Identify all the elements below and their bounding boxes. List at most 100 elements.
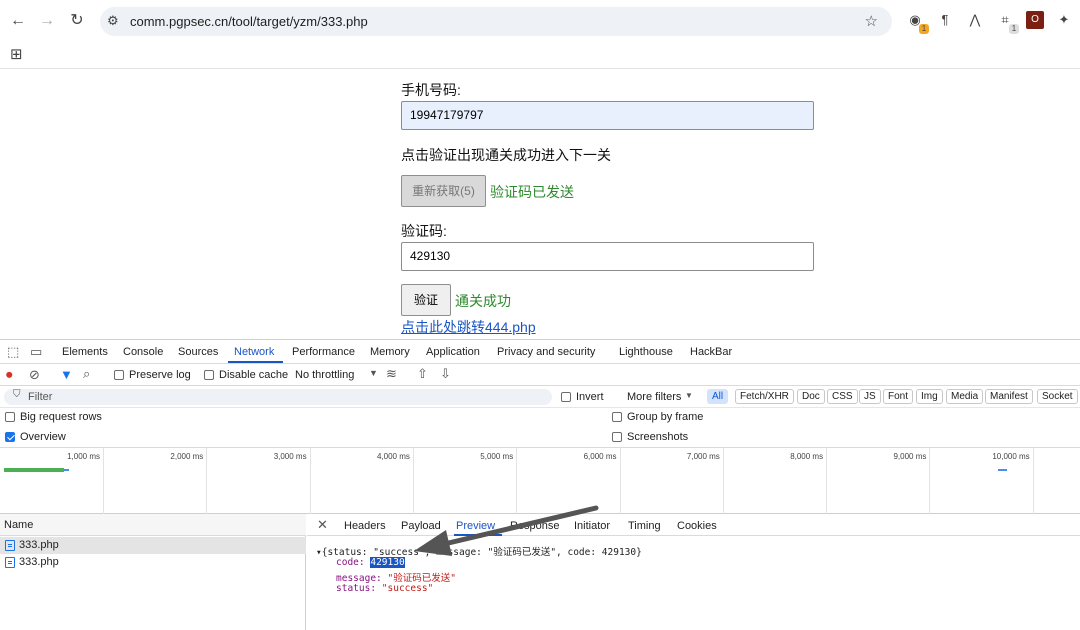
reload-icon[interactable]: ↻ — [68, 12, 86, 30]
request-bar — [64, 469, 69, 471]
request-row[interactable]: 333.php — [0, 537, 306, 554]
filter-input[interactable]: ⛉ Filter — [4, 389, 552, 405]
overview-checkbox[interactable] — [5, 432, 15, 442]
ext-circle-icon[interactable]: ◉ 1 — [906, 11, 929, 34]
success-status-text: 通关成功 — [455, 293, 511, 309]
next-level-link[interactable]: 点击此处跳转444.php — [401, 317, 536, 337]
detail-tab-preview[interactable]: Preview — [456, 520, 495, 532]
timeline-gridline — [309, 448, 311, 514]
request-detail: ✕ Headers Payload Preview Response Initiator… — [307, 514, 1080, 630]
preview-summary-row[interactable]: ▾{status: "success", message: "验证码已发送", … — [316, 544, 642, 558]
request-row[interactable]: 333.php — [0, 554, 306, 571]
ext-red-icon[interactable]: O — [1026, 11, 1044, 29]
devtools-tab-bar: ⬚ ▭ Elements Console Sources Network Perform… — [0, 340, 1080, 364]
address-bar[interactable]: ⚙ comm.pgpsec.cn/tool/target/yzm/333.php… — [100, 7, 892, 36]
verify-button[interactable]: 验证 — [401, 284, 451, 316]
filter-pill-js[interactable]: JS — [859, 389, 881, 404]
export-har-icon[interactable]: ⇩ — [440, 366, 451, 382]
detail-tab-cookies[interactable]: Cookies — [677, 520, 717, 532]
filter-pill-doc[interactable]: Doc — [797, 389, 825, 404]
tab-sources[interactable]: Sources — [178, 346, 218, 358]
filter-pill-fetchxhr[interactable]: Fetch/XHR — [735, 389, 794, 404]
screenshots-checkbox[interactable] — [612, 432, 622, 442]
puzzle-icon[interactable]: ✦ — [1055, 11, 1073, 29]
disable-cache-checkbox[interactable] — [204, 370, 214, 380]
throttling-select[interactable]: No throttling — [295, 369, 354, 381]
timeline-gridline — [412, 448, 414, 514]
import-har-icon[interactable]: ⇧ — [417, 366, 428, 382]
timeline-gridline — [826, 448, 828, 514]
big-request-rows-label: Big request rows — [20, 411, 102, 423]
record-stop-icon[interactable]: ⏺ — [6, 367, 13, 383]
tab-privacy-and-security[interactable]: Privacy and security — [497, 346, 595, 358]
big-request-rows-checkbox[interactable] — [5, 412, 15, 422]
device-toolbar-icon[interactable]: ▭ — [30, 344, 42, 360]
filter-pill-img[interactable]: Img — [916, 389, 943, 404]
timeline-tick-label: 2,000 ms — [170, 452, 204, 461]
tab-network[interactable]: Network — [234, 346, 274, 358]
clear-icon[interactable]: ⊘ — [29, 367, 40, 383]
detail-tab-initiator[interactable]: Initiator — [574, 520, 610, 532]
network-conditions-icon[interactable]: ≋ — [386, 366, 397, 382]
chevron-down-icon[interactable]: ▼ — [369, 368, 378, 378]
bookmarks-bar: ⊞ — [0, 42, 1080, 69]
tab-elements[interactable]: Elements — [62, 346, 108, 358]
tab-application[interactable]: Application — [426, 346, 480, 358]
resend-code-button[interactable]: 重新获取(5) — [401, 175, 486, 207]
preserve-log-checkbox[interactable] — [114, 370, 124, 380]
back-arrow-icon[interactable]: ← — [9, 12, 27, 30]
pilcrow-icon[interactable]: ¶ — [936, 11, 954, 29]
preview-status-row: status: "success" — [336, 583, 433, 594]
timeline-tick-label: 4,000 ms — [376, 452, 410, 461]
status-key: status: — [336, 583, 377, 594]
detail-tab-payload[interactable]: Payload — [401, 520, 441, 532]
filter-pill-manifest[interactable]: Manifest — [985, 389, 1033, 404]
more-filters-chevron-icon[interactable]: ▼ — [685, 391, 693, 400]
screenshots-label: Screenshots — [627, 431, 689, 443]
invert-checkbox[interactable] — [561, 392, 571, 402]
detail-tab-timing[interactable]: Timing — [628, 520, 661, 532]
name-column-header[interactable]: Name — [4, 519, 33, 531]
preview-message-row: message: "验证码已发送" — [336, 570, 456, 584]
active-tab-indicator — [228, 361, 283, 363]
inspect-element-icon[interactable]: ⬚ — [7, 344, 19, 360]
timeline-tick-label: 3,000 ms — [273, 452, 307, 461]
filter-pill-socket[interactable]: Socket — [1037, 389, 1078, 404]
timeline-tick-label: 6,000 ms — [583, 452, 617, 461]
apps-grid-icon[interactable]: ⊞ — [10, 45, 23, 63]
status-value: "success" — [381, 583, 434, 594]
site-settings-icon[interactable]: ⚙ — [107, 13, 119, 29]
tab-hackbar[interactable]: HackBar — [690, 346, 732, 358]
tab-console[interactable]: Console — [123, 346, 163, 358]
url-text[interactable]: comm.pgpsec.cn/tool/target/yzm/333.php — [130, 14, 368, 29]
filter-pill-all[interactable]: All — [707, 389, 729, 404]
filter-pill-font[interactable]: Font — [883, 389, 914, 404]
more-filters-dropdown[interactable]: More filters — [627, 391, 681, 403]
network-overview-timeline[interactable]: 1,000 ms 2,000 ms 3,000 ms 4,000 ms 5,000 ms… — [0, 448, 1080, 514]
network-toolbar: ⏺ ⊘ ▼ ⌕ Preserve log Disable cache No th… — [0, 364, 1080, 386]
forward-arrow-icon[interactable]: → — [38, 12, 56, 30]
close-icon[interactable]: ✕ — [317, 517, 328, 533]
filter-funnel-icon[interactable]: ▼ — [60, 367, 73, 382]
tab-memory[interactable]: Memory — [370, 346, 410, 358]
search-icon[interactable]: ⌕ — [83, 366, 90, 382]
bookmark-star-icon[interactable]: ☆ — [865, 12, 878, 30]
tab-lighthouse[interactable]: Lighthouse — [619, 346, 673, 358]
code-input[interactable]: 429130 — [401, 242, 814, 271]
phone-input[interactable]: 19947179797 — [401, 101, 814, 130]
tab-performance[interactable]: Performance — [292, 346, 355, 358]
document-icon — [5, 557, 15, 568]
extension-badge: 1 — [919, 24, 929, 34]
sent-status-text: 验证码已发送 — [490, 184, 574, 200]
timeline-gridline — [722, 448, 724, 514]
filter-pill-css[interactable]: CSS — [827, 389, 858, 404]
detail-tab-headers[interactable]: Headers — [344, 520, 386, 532]
filter-pill-media[interactable]: Media — [946, 389, 984, 404]
mountain-icon[interactable]: ⋀ — [966, 11, 984, 29]
group-by-frame-checkbox[interactable] — [612, 412, 622, 422]
timeline-tick-label: 1,000 ms — [67, 452, 100, 461]
detail-tab-response[interactable]: Response — [510, 520, 560, 532]
code-value[interactable]: 429130 — [370, 557, 405, 568]
capture-icon[interactable]: ⌗ 1 — [996, 11, 1019, 34]
disable-cache-label: Disable cache — [219, 369, 289, 381]
